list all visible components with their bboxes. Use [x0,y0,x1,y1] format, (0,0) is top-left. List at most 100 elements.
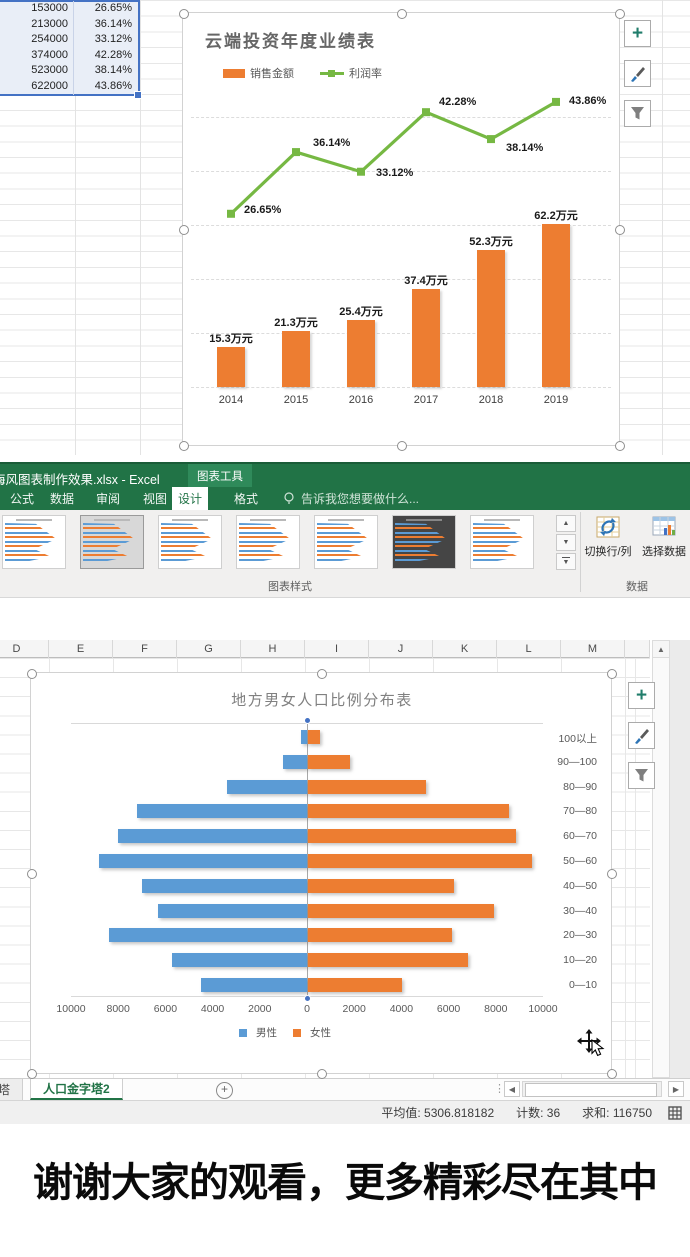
hscroll-thumb[interactable] [525,1083,657,1097]
rate-cell[interactable]: 42.28% [74,48,138,64]
sheet-tab-active[interactable]: 人口金字塔2 [30,1079,123,1100]
column-header-M[interactable]: M [561,640,625,658]
male-bar[interactable] [301,730,307,744]
add-sheet-button[interactable]: + [216,1082,233,1099]
male-bar[interactable] [201,978,307,992]
gallery-scroll-down[interactable]: ▼ [556,534,576,551]
amount-cell[interactable]: 374000 [0,48,74,64]
hscroll-left-arrow[interactable]: ◀ [504,1081,520,1097]
ribbon-tab-4[interactable]: 视图 [137,487,173,510]
amount-cell[interactable]: 254000 [0,32,74,48]
horizontal-scrollbar[interactable] [522,1081,662,1097]
ribbon-tab-5[interactable]: 设计 [172,487,208,510]
chart-filters-button[interactable] [624,100,651,127]
combo-chart[interactable]: 云端投资年度业绩表 销售金额 利润率 15.3万元201421.3万元20152… [182,12,620,446]
rate-cell[interactable]: 33.12% [74,32,138,48]
chart-style-thumbnail-3[interactable] [158,515,222,569]
source-cell-row[interactable]: 52300038.14% [0,63,140,79]
rate-cell[interactable]: 36.14% [74,17,138,33]
female-bar[interactable] [308,755,350,769]
selection-handle[interactable] [615,225,625,235]
male-bar[interactable] [109,928,307,942]
select-data-button[interactable]: 选择数据 [640,514,688,559]
male-bar[interactable] [158,904,307,918]
selection-handle[interactable] [27,1069,37,1079]
sheet-tab-partial[interactable]: 塔 [0,1079,23,1100]
hscroll-right-arrow[interactable]: ▶ [668,1081,684,1097]
selection-handle[interactable] [179,441,189,451]
source-cell-row[interactable]: 21300036.14% [0,17,140,33]
gallery-more-button[interactable]: ▼ [556,553,576,570]
selection-handle[interactable] [397,441,407,451]
chart-style-thumbnail-5[interactable] [314,515,378,569]
ribbon-tab-3[interactable]: 审阅 [90,487,126,510]
rate-cell[interactable]: 38.14% [74,63,138,79]
column-header-partial[interactable] [625,640,650,658]
rate-cell[interactable]: 43.86% [74,79,138,95]
chart-styles-button[interactable] [628,722,655,749]
column-header-G[interactable]: G [177,640,241,658]
sales-bar[interactable] [412,289,440,387]
female-bar[interactable] [308,854,532,868]
sales-bar[interactable] [347,320,375,387]
selection-fill-handle[interactable] [134,91,142,99]
female-bar[interactable] [308,879,454,893]
column-header-L[interactable]: L [497,640,561,658]
selection-handle[interactable] [397,9,407,19]
column-header-J[interactable]: J [369,640,433,658]
selection-handle[interactable] [317,1069,327,1079]
selection-handle[interactable] [607,1069,617,1079]
source-cell-row[interactable]: 25400033.12% [0,32,140,48]
column-header-D[interactable]: D [0,640,49,658]
scroll-up-button[interactable]: ▲ [653,641,669,658]
selection-handle[interactable] [615,9,625,19]
pyramid-chart[interactable]: 地方男女人口比例分布表 100以上90—10080—9070—8060—7050… [30,672,612,1074]
tell-me-box[interactable]: 告诉我您想要做什么... [283,487,419,510]
sales-bar[interactable] [217,347,245,387]
selection-handle[interactable] [27,869,37,879]
male-bar[interactable] [227,780,307,794]
chart-style-thumbnail-2[interactable] [80,515,144,569]
source-cell-row[interactable]: 37400042.28% [0,48,140,64]
male-bar[interactable] [99,854,307,868]
chart-elements-button[interactable]: + [628,682,655,709]
ribbon-tab-6[interactable]: 格式 [228,487,264,510]
normal-view-icon[interactable] [668,1106,682,1120]
column-header-E[interactable]: E [49,640,113,658]
source-cell-row[interactable]: 15300026.65% [0,1,140,17]
chart-elements-button[interactable]: + [624,20,651,47]
female-bar[interactable] [308,780,426,794]
chart-style-thumbnail-6[interactable] [392,515,456,569]
selection-handle[interactable] [317,669,327,679]
female-bar[interactable] [308,928,452,942]
column-header-K[interactable]: K [433,640,497,658]
sales-bar[interactable] [477,250,505,387]
chart-style-thumbnail-1[interactable] [2,515,66,569]
legend-item-male[interactable]: 男性 [239,1025,277,1040]
amount-cell[interactable]: 153000 [0,1,74,17]
source-cell-row[interactable]: 62200043.86% [0,79,140,95]
male-bar[interactable] [283,755,307,769]
sales-bar[interactable] [282,331,310,387]
selection-handle[interactable] [179,9,189,19]
selection-handle[interactable] [179,225,189,235]
chart-filters-button[interactable] [628,762,655,789]
amount-cell[interactable]: 523000 [0,63,74,79]
amount-cell[interactable]: 213000 [0,17,74,33]
female-bar[interactable] [308,829,516,843]
chart-styles-button[interactable] [624,60,651,87]
ribbon-tab-2[interactable]: 数据 [44,487,80,510]
female-bar[interactable] [308,904,494,918]
female-bar[interactable] [308,953,468,967]
male-bar[interactable] [172,953,307,967]
male-bar[interactable] [142,879,307,893]
female-bar[interactable] [308,804,509,818]
column-header-H[interactable]: H [241,640,305,658]
legend-item-female[interactable]: 女性 [293,1025,331,1040]
ribbon-tab-1[interactable]: 公式 [4,487,40,510]
chart-style-thumbnail-4[interactable] [236,515,300,569]
sales-bar[interactable] [542,224,570,387]
selection-handle[interactable] [607,869,617,879]
switch-row-col-button[interactable]: 切换行/列 [583,514,633,559]
column-header-I[interactable]: I [305,640,369,658]
